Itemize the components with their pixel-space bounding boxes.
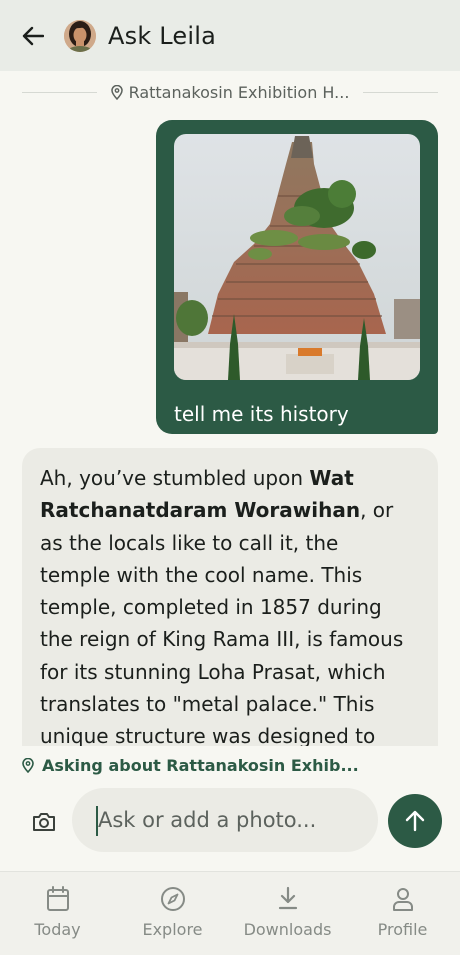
user-message-text: tell me its history bbox=[174, 402, 349, 426]
location-pin-icon bbox=[22, 757, 34, 773]
location-text: Rattanakosin Exhibition H... bbox=[128, 82, 350, 102]
nav-label: Explore bbox=[142, 920, 203, 939]
location-divider: Rattanakosin Exhibition H... bbox=[22, 80, 438, 104]
divider-line bbox=[22, 91, 97, 93]
location-label: Rattanakosin Exhibition H... bbox=[97, 83, 364, 102]
assistant-message-text: Ah, you’ve stumbled upon Wat Ratchanatda… bbox=[40, 462, 410, 746]
download-icon bbox=[278, 886, 297, 910]
compass-icon bbox=[160, 887, 185, 911]
nav-item-profile[interactable]: Profile bbox=[345, 872, 460, 955]
nav-label: Profile bbox=[377, 920, 428, 939]
user-message-bubble: tell me its history bbox=[156, 120, 438, 434]
camera-icon bbox=[33, 812, 55, 831]
avatar bbox=[64, 19, 96, 52]
assistant-intro: Ah, you’ve stumbled upon bbox=[40, 466, 310, 490]
camera-button[interactable] bbox=[28, 806, 60, 836]
send-button[interactable] bbox=[388, 794, 442, 848]
message-input-container[interactable] bbox=[72, 788, 378, 852]
arrow-left-icon bbox=[22, 26, 44, 45]
person-icon bbox=[392, 888, 413, 911]
assistant-body: , or as the locals like to call it, the … bbox=[40, 498, 404, 746]
nav-label: Downloads bbox=[243, 920, 332, 939]
page-title: Ask Leila bbox=[108, 21, 217, 50]
context-indicator: Asking about Rattanakosin Exhib... bbox=[22, 754, 359, 776]
assistant-message-bubble: Ah, you’ve stumbled upon Wat Ratchanatda… bbox=[22, 448, 438, 746]
bottom-navigation: Today Explore Downloads Profile bbox=[0, 871, 460, 955]
user-photo[interactable] bbox=[174, 134, 420, 380]
context-text: Asking about Rattanakosin Exhib... bbox=[42, 755, 359, 775]
nav-item-explore[interactable]: Explore bbox=[115, 872, 230, 955]
app-header: Ask Leila bbox=[0, 0, 460, 71]
nav-item-today[interactable]: Today bbox=[0, 872, 115, 955]
chat-thread[interactable]: tell me its history Ah, you’ve stumbled … bbox=[0, 110, 460, 746]
message-input[interactable] bbox=[96, 807, 370, 833]
location-pin-icon bbox=[110, 84, 123, 100]
nav-item-downloads[interactable]: Downloads bbox=[230, 872, 345, 955]
text-cursor bbox=[96, 806, 98, 836]
nav-label: Today bbox=[34, 920, 81, 939]
calendar-icon bbox=[46, 886, 69, 911]
divider-line bbox=[363, 91, 438, 93]
arrow-up-icon bbox=[405, 810, 425, 832]
back-button[interactable] bbox=[18, 21, 48, 51]
